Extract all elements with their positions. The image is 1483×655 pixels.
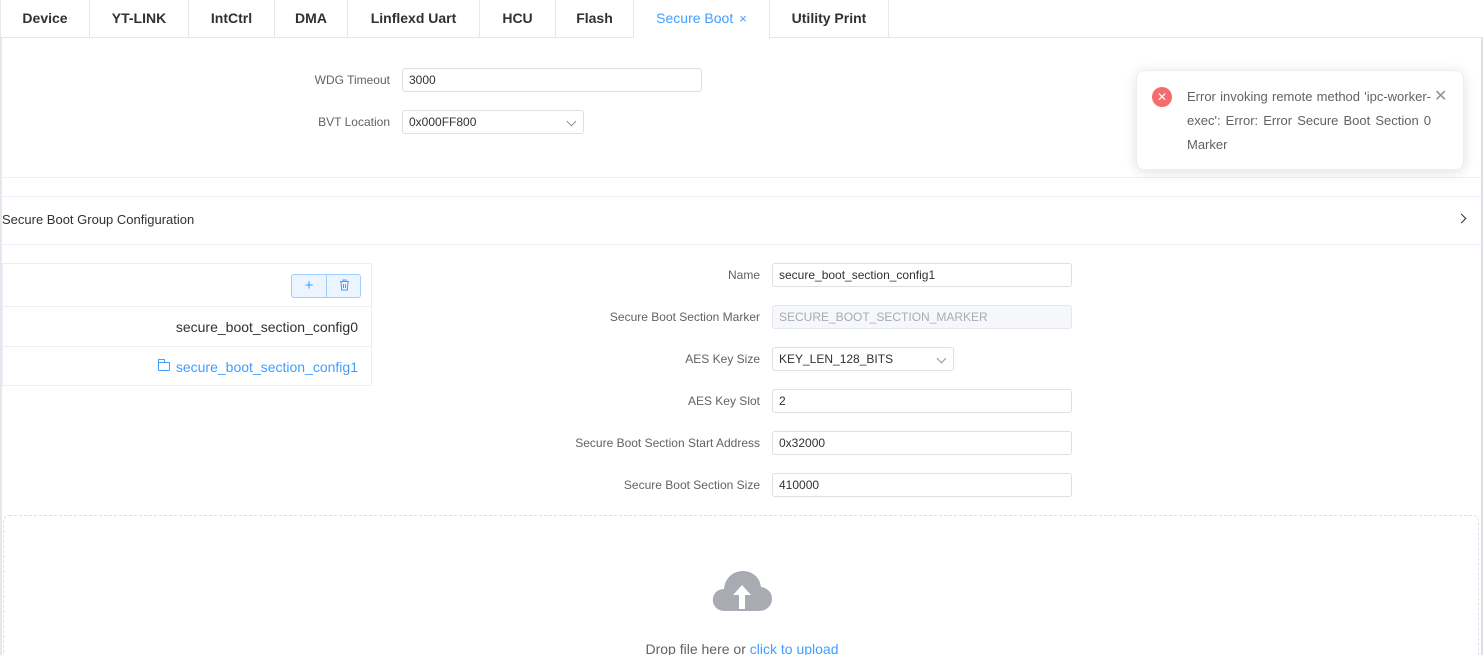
name-input[interactable]: secure_boot_section_config1 — [772, 263, 1072, 287]
tab-label: Utility Print — [791, 10, 867, 26]
start-address-input[interactable]: 0x32000 — [772, 431, 1072, 455]
aes-key-size-label: AES Key Size — [685, 352, 760, 366]
list-toolbar: + — [291, 274, 361, 298]
error-icon: ✕ — [1152, 87, 1172, 107]
folder-icon — [157, 359, 170, 371]
aes-key-size-select[interactable]: KEY_LEN_128_BITS — [772, 347, 954, 371]
upload-hint: Drop file here or — [645, 641, 750, 655]
name-label: Name — [727, 268, 760, 282]
group-title[interactable]: Secure Boot Group Configuration — [2, 212, 194, 227]
start-address-label: Secure Boot Section Start Address — [575, 436, 760, 450]
aes-key-slot-label: AES Key Slot — [687, 394, 760, 408]
tab-label: Linflexd Uart — [370, 10, 457, 26]
tab-flash[interactable]: Flash — [556, 0, 634, 38]
list-item-label: secure_boot_section_config0 — [175, 319, 358, 335]
list-item[interactable]: secure_boot_section_config0 — [3, 306, 371, 346]
tab-secure-boot[interactable]: Secure Boot × — [634, 0, 770, 39]
tab-intctrl[interactable]: IntCtrl — [189, 0, 275, 38]
divider — [0, 196, 1481, 197]
error-notification: ✕ Error invoking remote method 'ipc-work… — [1136, 70, 1464, 170]
section-list-panel: + secure_boot_section_config0 secure_boo… — [2, 263, 372, 386]
tab-utility-print[interactable]: Utility Print — [770, 0, 889, 38]
bvt-location-label: BVT Location — [318, 115, 390, 129]
tab-label: Secure Boot — [656, 10, 734, 26]
upload-dropzone[interactable]: Drop file here or click to upload — [3, 515, 1479, 655]
add-section-button[interactable]: + — [292, 275, 327, 297]
cloud-upload-icon — [712, 571, 772, 611]
tab-dma[interactable]: DMA — [275, 0, 348, 38]
bvt-location-value: 0x000FF800 — [409, 115, 477, 129]
tab-label: YT-LINK — [111, 10, 167, 26]
aes-key-slot-input[interactable]: 2 — [772, 389, 1072, 413]
bvt-location-select[interactable]: 0x000FF800 — [402, 110, 584, 134]
chevron-down-icon — [936, 353, 947, 364]
upload-text: Drop file here or click to upload — [4, 641, 1480, 655]
wdg-timeout-label: WDG Timeout — [314, 73, 390, 87]
tab-linflexd-uart[interactable]: Linflexd Uart — [348, 0, 480, 38]
tab-label: Flash — [576, 10, 613, 26]
close-icon[interactable]: ✕ — [1434, 85, 1447, 109]
aes-key-size-value: KEY_LEN_128_BITS — [779, 352, 894, 366]
divider — [0, 244, 1481, 245]
list-item-label: secure_boot_section_config1 — [175, 359, 358, 375]
notification-message: Error invoking remote method 'ipc-worker… — [1187, 89, 1431, 152]
tab-label: Device — [22, 10, 68, 26]
tab-label: IntCtrl — [210, 10, 253, 26]
trash-icon — [340, 279, 349, 291]
section-size-label: Secure Boot Section Size — [623, 478, 760, 492]
wdg-timeout-input[interactable]: 3000 — [402, 68, 702, 92]
divider — [0, 177, 1481, 178]
section-size-input[interactable]: 410000 — [772, 473, 1072, 497]
tab-device[interactable]: Device — [0, 0, 90, 38]
tab-bar: Device YT-LINK IntCtrl DMA Linflexd Uart… — [0, 0, 1483, 39]
delete-section-button[interactable] — [327, 275, 362, 297]
list-item-selected[interactable]: secure_boot_section_config1 — [3, 346, 371, 386]
upload-link[interactable]: click to upload — [750, 641, 839, 655]
chevron-down-icon — [566, 116, 577, 127]
tab-hcu[interactable]: HCU — [480, 0, 556, 38]
tab-yt-link[interactable]: YT-LINK — [90, 0, 189, 38]
marker-input: SECURE_BOOT_SECTION_MARKER — [772, 305, 1072, 329]
tab-label: DMA — [295, 10, 327, 26]
tab-label: HCU — [502, 10, 533, 26]
tab-close-icon[interactable]: × — [739, 11, 747, 26]
marker-label: Secure Boot Section Marker — [609, 310, 760, 324]
chevron-right-icon[interactable] — [1456, 213, 1467, 224]
